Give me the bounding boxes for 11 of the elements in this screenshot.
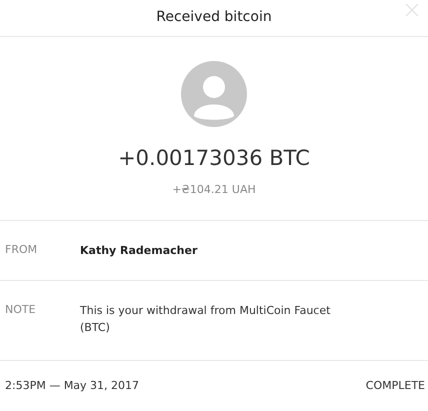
crypto-amount: +0.00173036 BTC: [118, 148, 310, 169]
detail-label: FROM: [5, 242, 38, 258]
avatar-icon: [181, 60, 247, 127]
detail-value: Kathy Rademacher: [80, 243, 198, 260]
close-icon[interactable]: [405, 3, 419, 17]
timestamp: 2:53PM — May 31, 2017: [5, 378, 140, 394]
detail-value: This is your withdrawal from MultiCoin Faucet (BTC): [80, 303, 332, 336]
fiat-amount: +₴104.21 UAH: [172, 182, 256, 198]
status-text: COMPLETE: [366, 378, 425, 394]
detail-label: NOTE: [5, 302, 37, 318]
dialog-title: Received bitcoin: [156, 8, 272, 28]
